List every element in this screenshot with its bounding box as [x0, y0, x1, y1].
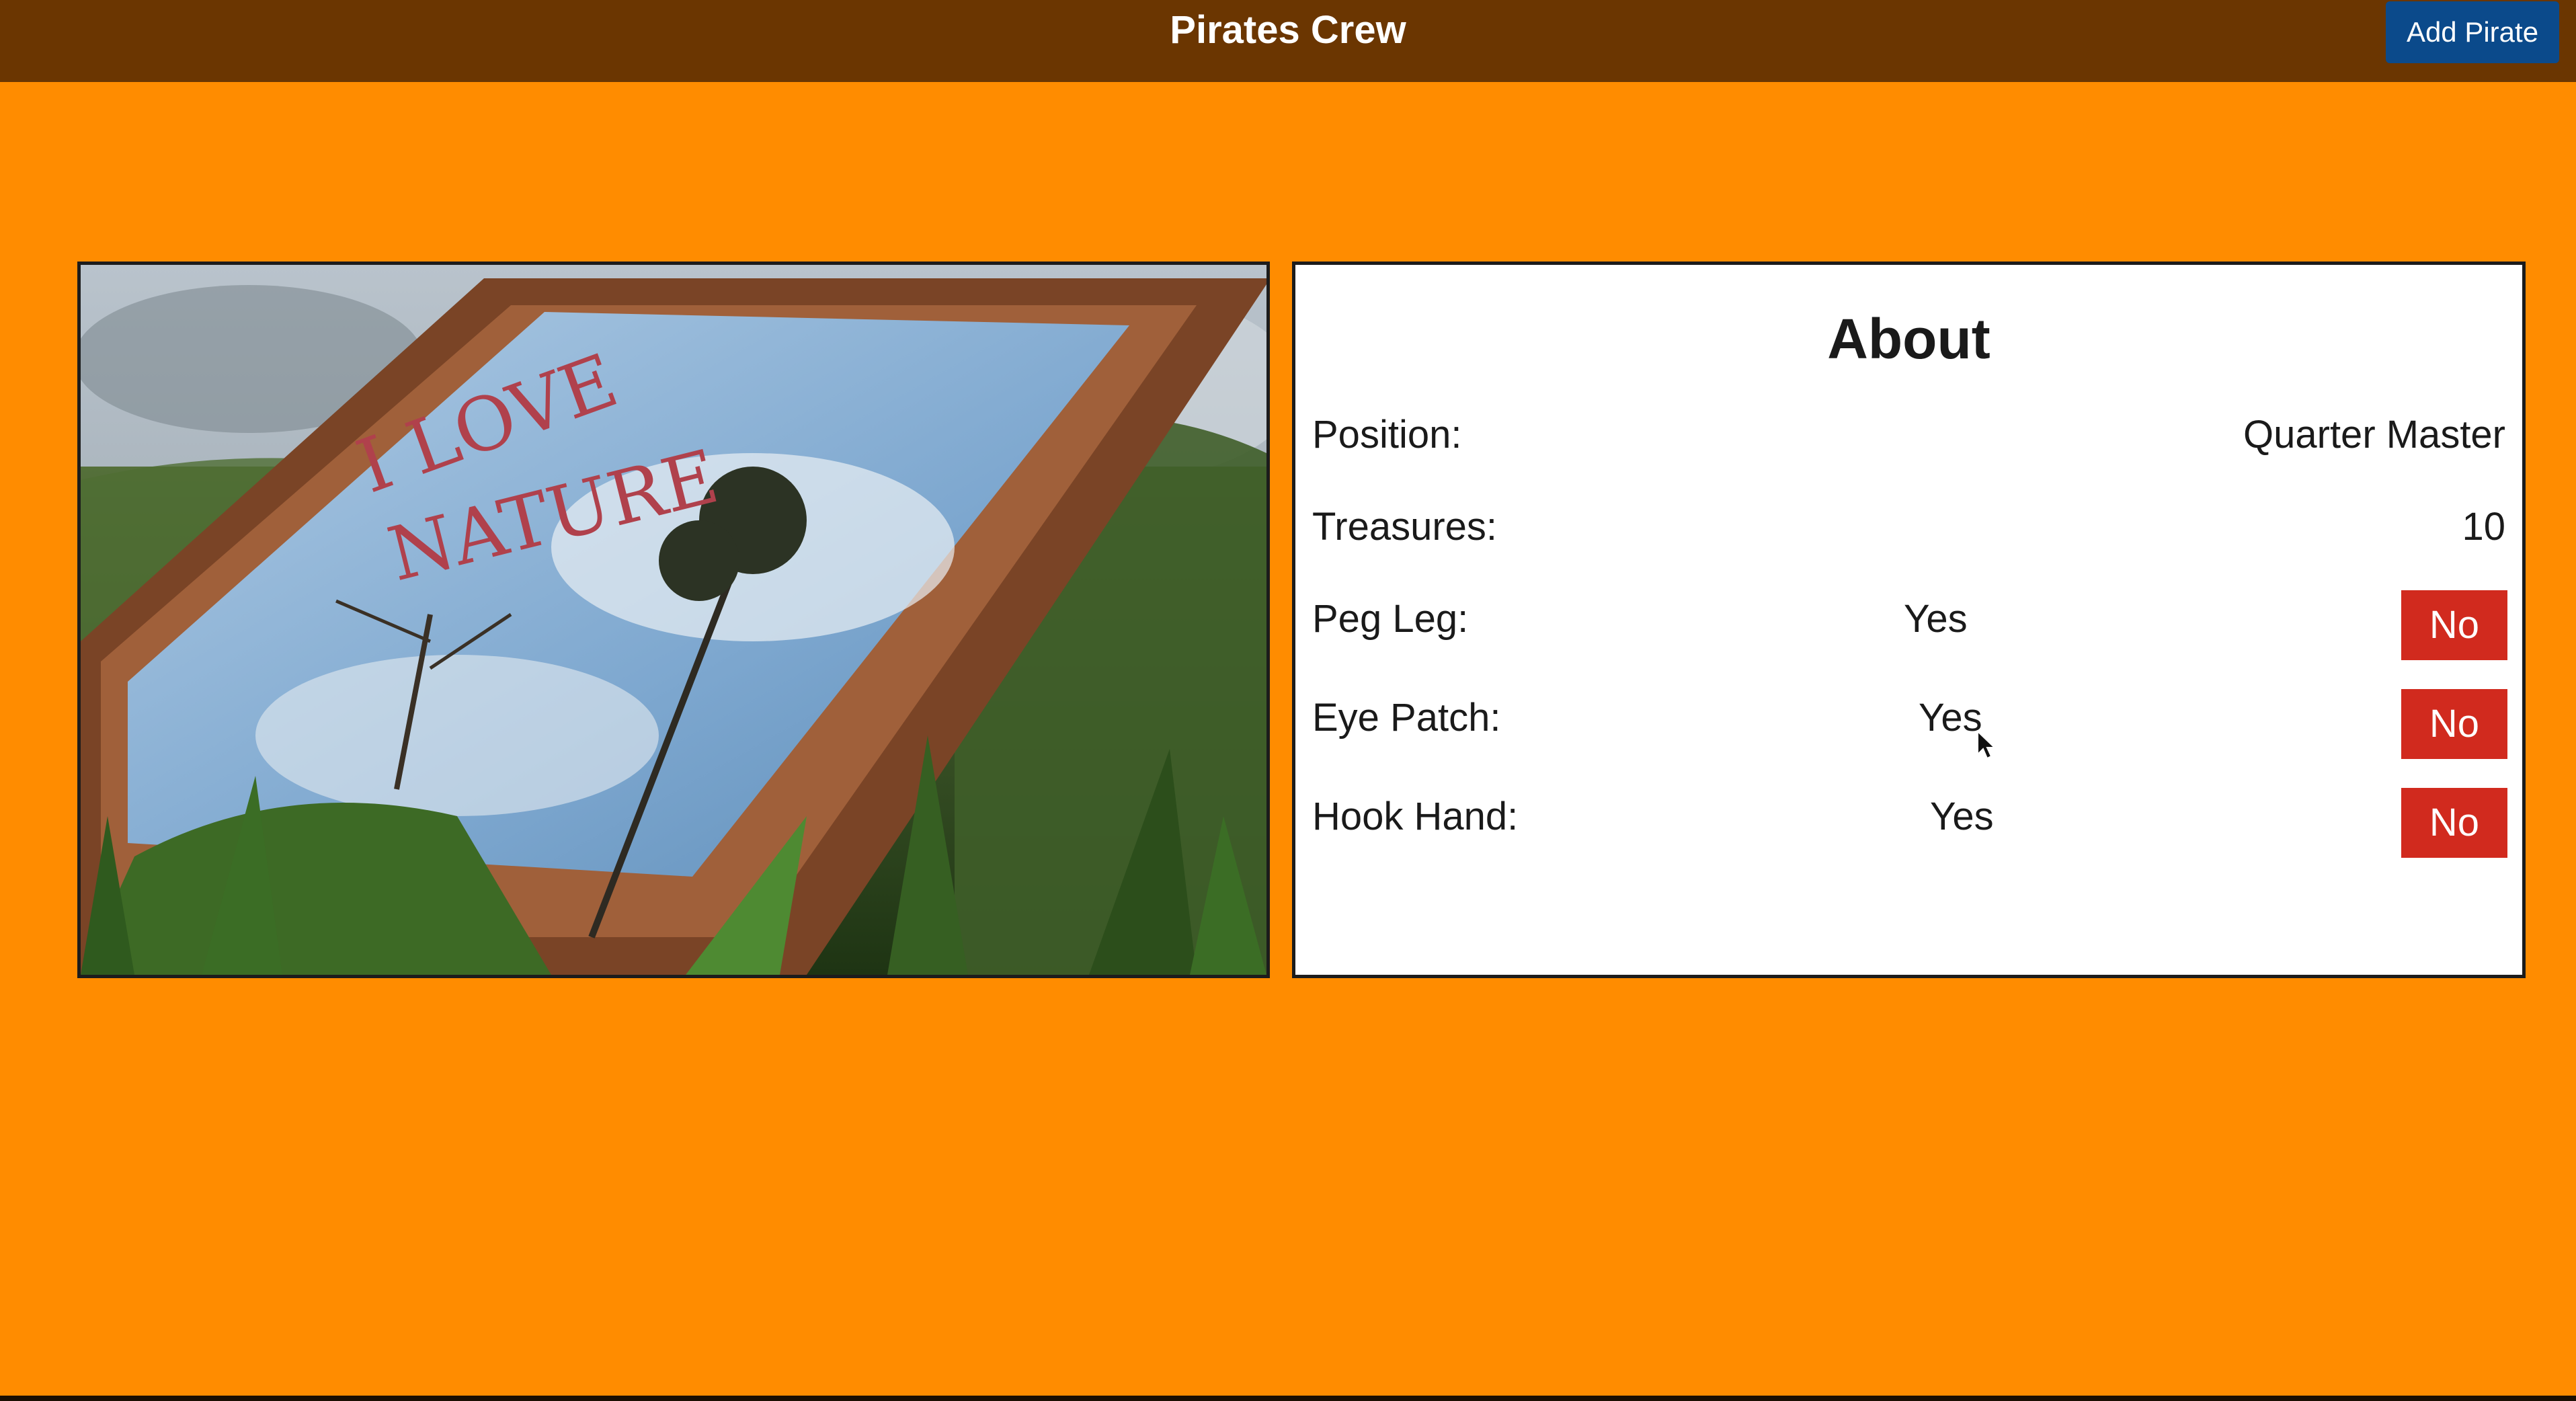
- add-pirate-button[interactable]: Add Pirate: [2386, 1, 2559, 63]
- hook-hand-no-button[interactable]: No: [2401, 788, 2507, 858]
- pirate-image: I LOVE NATURE: [77, 262, 1270, 978]
- eye-patch-yes[interactable]: Yes: [1919, 695, 1982, 740]
- treasures-value: 10: [2462, 505, 2505, 549]
- peg-leg-label: Peg Leg:: [1312, 597, 1469, 641]
- peg-leg-yes[interactable]: Yes: [1904, 596, 1968, 641]
- nature-mirror-illustration: I LOVE NATURE: [81, 265, 1266, 975]
- position-label: Position:: [1312, 413, 1462, 456]
- hook-hand-yes[interactable]: Yes: [1930, 794, 1994, 839]
- app-title: Pirates Crew: [1170, 8, 1406, 52]
- peg-leg-no-button[interactable]: No: [2401, 590, 2507, 660]
- about-card: About Position: Quarter Master Treasures…: [1292, 262, 2526, 978]
- eye-patch-no-button[interactable]: No: [2401, 689, 2507, 759]
- about-title: About: [1827, 307, 1990, 370]
- hook-hand-label: Hook Hand:: [1312, 795, 1519, 838]
- bottom-strip: [0, 1396, 2576, 1401]
- treasures-label: Treasures:: [1312, 505, 1498, 549]
- mouse-pointer-icon: [1977, 730, 1997, 760]
- position-value: Quarter Master: [2243, 413, 2505, 456]
- eye-patch-label: Eye Patch:: [1312, 696, 1501, 739]
